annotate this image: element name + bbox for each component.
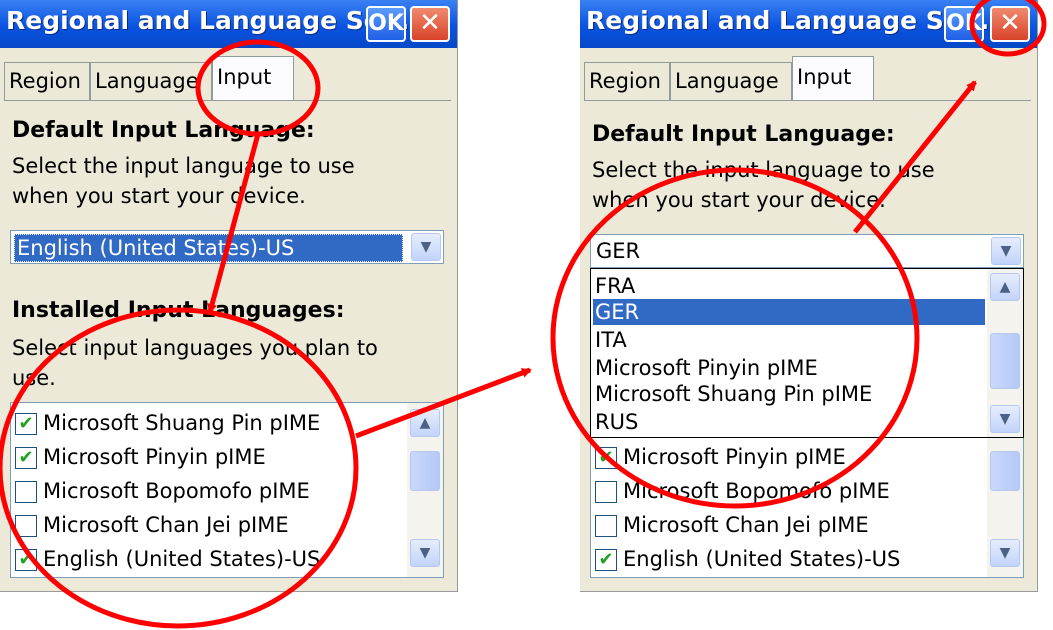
left-ok-button[interactable]: OK xyxy=(366,6,406,42)
list-item[interactable]: ✔ English (United States)-US xyxy=(15,543,320,575)
scroll-thumb[interactable] xyxy=(990,451,1020,491)
scroll-down-button[interactable]: ▼ xyxy=(410,539,440,567)
right-dialog: Regional and Language Se... OK ✕ Region … xyxy=(580,0,1038,592)
checkbox[interactable]: ✔ xyxy=(15,549,37,571)
left-dialog: Regional and Language Se... OK ✕ Region … xyxy=(0,0,458,592)
checkbox[interactable] xyxy=(595,515,617,537)
list-item-label: Microsoft Pinyin pIME xyxy=(623,445,846,469)
left-list-scrollbar[interactable]: ▲ ▼ xyxy=(407,403,443,577)
dropdown-option[interactable]: Microsoft Shuang Pin pIME xyxy=(593,381,985,407)
list-item-label: Microsoft Bopomofo pIME xyxy=(43,479,310,503)
left-default-desc-1: Select the input language to use xyxy=(12,154,355,178)
list-item[interactable]: Microsoft Chan Jei pIME xyxy=(15,509,289,541)
list-item-label: Microsoft Pinyin pIME xyxy=(43,445,266,469)
left-combo-dropdown-button[interactable]: ▼ xyxy=(411,233,441,261)
list-item[interactable]: ✔ Microsoft Pinyin pIME xyxy=(595,441,846,473)
right-dropdown-list[interactable]: FRA GER ITA Microsoft Pinyin pIME Micros… xyxy=(590,268,1024,438)
scroll-up-button[interactable]: ▲ xyxy=(410,409,440,437)
left-default-language-select[interactable]: English (United States)-US ▼ xyxy=(10,230,444,264)
list-item-label: Microsoft Chan Jei pIME xyxy=(43,513,289,537)
list-item-label: Microsoft Bopomofo pIME xyxy=(623,479,890,503)
scroll-down-icon: ▼ xyxy=(999,545,1011,561)
scroll-up-icon: ▲ xyxy=(419,415,431,431)
right-default-desc-1: Select the input language to use xyxy=(592,158,935,182)
right-tab-input[interactable]: Input xyxy=(792,56,874,100)
left-window-title: Regional and Language Se... xyxy=(6,6,410,35)
scroll-down-button[interactable]: ▼ xyxy=(990,405,1020,433)
close-icon: ✕ xyxy=(419,8,441,38)
right-default-heading: Default Input Language: xyxy=(592,122,895,147)
scroll-down-button[interactable]: ▼ xyxy=(990,539,1020,567)
right-tab-language[interactable]: Language xyxy=(670,62,792,100)
right-window-title: Regional and Language Se... xyxy=(586,6,990,35)
list-item-label: Microsoft Chan Jei pIME xyxy=(623,513,869,537)
list-item[interactable]: Microsoft Bopomofo pIME xyxy=(15,475,310,507)
left-installed-desc-2: use. xyxy=(12,366,56,390)
list-item-label: English (United States)-US xyxy=(623,547,901,571)
left-installed-heading: Installed Input Languages: xyxy=(12,298,345,323)
chevron-down-icon: ▼ xyxy=(420,239,432,255)
dropdown-option[interactable]: FRA xyxy=(593,273,985,299)
right-tab-divider xyxy=(584,100,1031,111)
right-combo-dropdown-button[interactable]: ▼ xyxy=(991,237,1021,265)
checkbox[interactable] xyxy=(15,481,37,503)
left-close-button[interactable]: ✕ xyxy=(410,6,450,42)
close-icon: ✕ xyxy=(999,8,1021,38)
scroll-down-icon: ▼ xyxy=(419,545,431,561)
left-installed-desc-1: Select input languages you plan to xyxy=(12,336,378,360)
dropdown-option[interactable]: ITA xyxy=(593,327,985,353)
scroll-up-button[interactable]: ▲ xyxy=(990,273,1020,301)
right-default-desc-2: when you start your device. xyxy=(592,188,886,212)
checkbox[interactable] xyxy=(15,515,37,537)
checkbox[interactable]: ✔ xyxy=(15,413,37,435)
scroll-thumb[interactable] xyxy=(410,451,440,491)
left-tab-input[interactable]: Input xyxy=(212,56,294,100)
list-item-label: Microsoft Shuang Pin pIME xyxy=(43,411,321,435)
left-installed-languages-list[interactable]: ✔ Microsoft Shuang Pin pIME ✔ Microsoft Pi… xyxy=(10,402,444,578)
list-item[interactable]: ✔ Microsoft Pinyin pIME xyxy=(15,441,266,473)
checkbox[interactable]: ✔ xyxy=(595,447,617,469)
list-item[interactable]: ✔ English (United States)-US xyxy=(595,543,900,575)
left-combo-value: English (United States)-US xyxy=(14,234,403,262)
right-default-language-select[interactable]: GER ▼ xyxy=(590,234,1024,268)
right-titlebar: Regional and Language Se... OK ✕ xyxy=(580,0,1037,48)
right-close-button[interactable]: ✕ xyxy=(990,6,1030,42)
chevron-down-icon: ▼ xyxy=(1000,243,1012,259)
left-tab-region[interactable]: Region xyxy=(4,62,90,100)
dropdown-option[interactable]: RUS xyxy=(593,409,985,435)
dropdown-scrollbar[interactable]: ▲ ▼ xyxy=(987,269,1023,437)
checkbox[interactable]: ✔ xyxy=(595,549,617,571)
left-tab-language[interactable]: Language xyxy=(90,62,212,100)
checkbox[interactable] xyxy=(595,481,617,503)
scroll-up-icon: ▲ xyxy=(999,279,1011,295)
right-combo-value: GER xyxy=(596,239,641,263)
list-item[interactable]: ✔ Microsoft Shuang Pin pIME xyxy=(15,407,320,439)
dropdown-option[interactable]: Microsoft Pinyin pIME xyxy=(593,355,985,381)
dropdown-option-selected[interactable]: GER xyxy=(593,299,985,325)
left-tab-divider xyxy=(4,100,451,111)
left-default-desc-2: when you start your device. xyxy=(12,184,306,208)
scroll-down-icon: ▼ xyxy=(999,411,1011,427)
checkbox[interactable]: ✔ xyxy=(15,447,37,469)
scroll-thumb[interactable] xyxy=(990,333,1020,389)
list-item[interactable]: Microsoft Bopomofo pIME xyxy=(595,475,890,507)
left-titlebar: Regional and Language Se... OK ✕ xyxy=(0,0,457,48)
left-default-heading: Default Input Language: xyxy=(12,118,315,143)
list-item-label: English (United States)-US xyxy=(43,547,321,571)
right-ok-button[interactable]: OK xyxy=(944,6,984,42)
list-item[interactable]: Microsoft Chan Jei pIME xyxy=(595,509,869,541)
right-tab-region[interactable]: Region xyxy=(584,62,670,100)
